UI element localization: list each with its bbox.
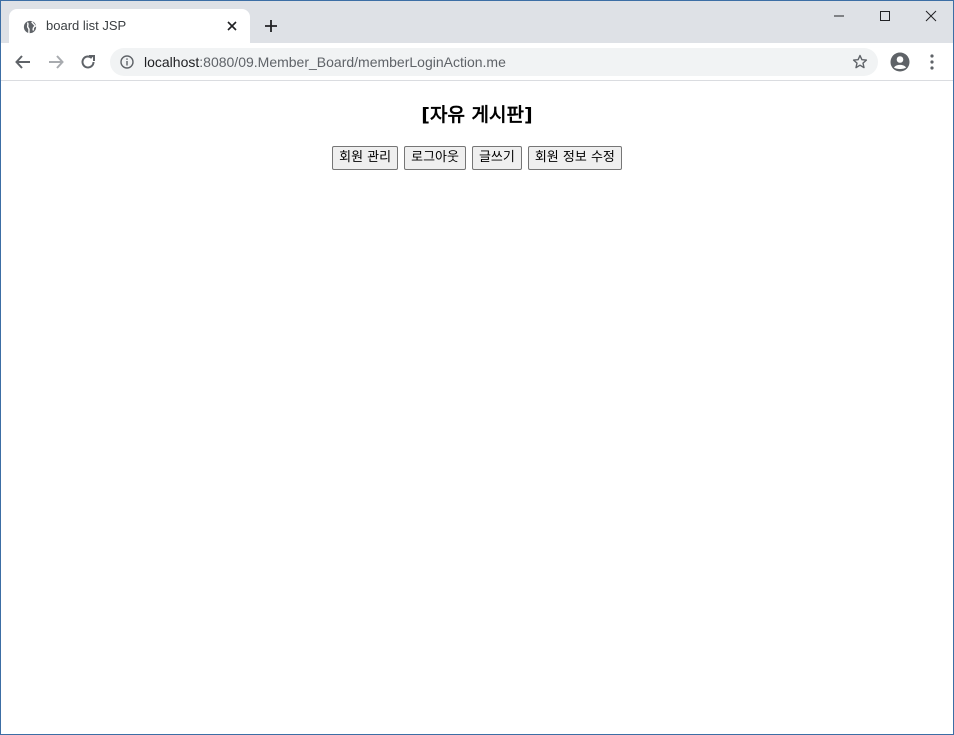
url-text[interactable]: localhost:8080/09.Member_Board/memberLog… bbox=[144, 54, 506, 70]
reload-button[interactable] bbox=[78, 52, 98, 72]
back-button[interactable] bbox=[13, 52, 33, 72]
account-circle-icon[interactable] bbox=[890, 52, 910, 72]
edit-member-info-button[interactable]: 회원 정보 수정 bbox=[527, 146, 622, 170]
close-icon bbox=[925, 10, 937, 22]
plus-icon[interactable] bbox=[263, 18, 279, 34]
maximize-icon bbox=[880, 11, 890, 21]
globe-icon bbox=[23, 20, 37, 34]
member-manage-button[interactable]: 회원 관리 bbox=[332, 146, 399, 170]
tab-title: board list JSP bbox=[46, 18, 127, 33]
star-icon[interactable] bbox=[852, 54, 868, 70]
minimize-button[interactable] bbox=[816, 1, 862, 31]
logout-button[interactable]: 로그아웃 bbox=[404, 146, 466, 170]
browser-toolbar: localhost:8080/09.Member_Board/memberLog… bbox=[1, 43, 953, 81]
reload-icon bbox=[81, 55, 95, 69]
address-bar[interactable]: localhost:8080/09.Member_Board/memberLog… bbox=[110, 48, 878, 76]
tab-strip: board list JSP bbox=[1, 1, 953, 43]
write-post-button[interactable]: 글쓰기 bbox=[471, 146, 522, 170]
kebab-menu-icon[interactable] bbox=[924, 53, 940, 71]
url-path: :8080/09.Member_Board/memberLoginAction.… bbox=[199, 54, 506, 70]
browser-window: board list JSP localhost:8080/09.Member_… bbox=[0, 0, 954, 735]
forward-button[interactable] bbox=[46, 52, 66, 72]
browser-tab[interactable]: board list JSP bbox=[9, 9, 250, 43]
page-content: [자유 게시판] 회원 관리 로그아웃 글쓰기 회원 정보 수정 bbox=[1, 82, 953, 734]
arrow-left-icon bbox=[15, 55, 30, 69]
arrow-right-icon bbox=[49, 55, 64, 69]
maximize-button[interactable] bbox=[862, 1, 908, 31]
action-buttons: 회원 관리 로그아웃 글쓰기 회원 정보 수정 bbox=[1, 146, 953, 170]
minimize-icon bbox=[834, 15, 844, 17]
page-title: [자유 게시판] bbox=[421, 104, 533, 126]
window-close-button[interactable] bbox=[908, 1, 953, 31]
url-host: localhost bbox=[144, 54, 200, 70]
close-icon[interactable] bbox=[224, 18, 240, 34]
info-icon[interactable] bbox=[120, 55, 134, 69]
